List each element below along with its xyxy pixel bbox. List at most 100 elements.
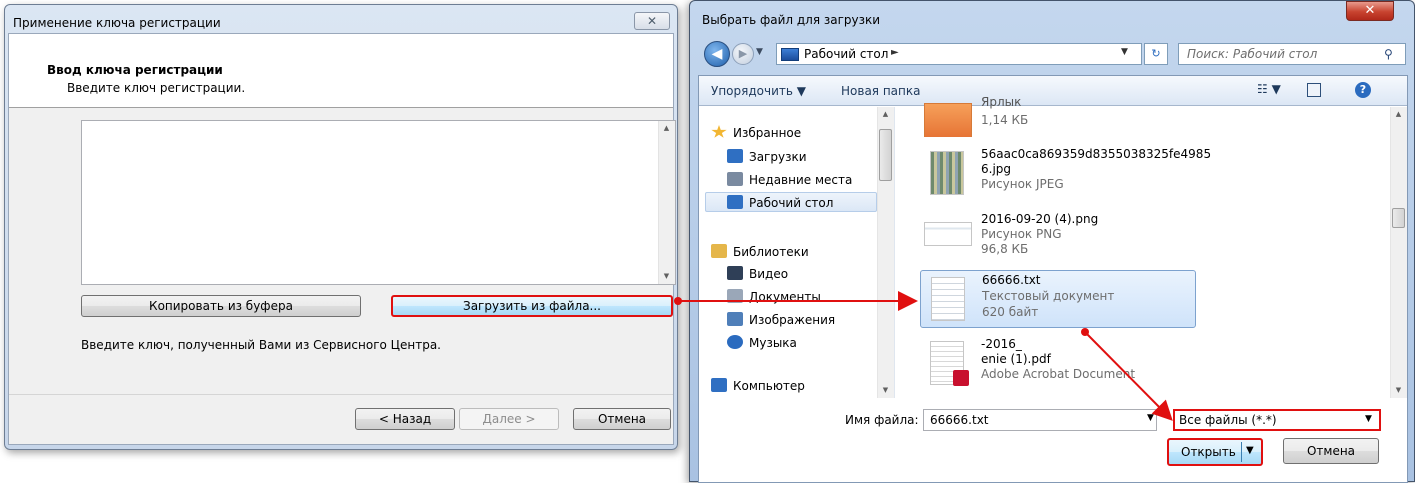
nav-item-computer[interactable]: Компьютер xyxy=(711,378,805,394)
dialog-body: Ввод ключа регистрации Введите ключ реги… xyxy=(8,33,676,445)
nav-item-favorites[interactable]: Избранное xyxy=(711,123,801,143)
file-name: -2016_ enie (1).pdf xyxy=(981,337,1051,366)
nav-label: Недавние места xyxy=(749,173,853,187)
downloads-folder-icon xyxy=(727,149,743,163)
nav-item-recent-places[interactable]: Недавние места xyxy=(727,170,852,190)
organize-menu[interactable]: Упорядочить ▼ xyxy=(711,84,806,98)
file-name: Ярлык xyxy=(981,95,1022,109)
text-file-icon xyxy=(931,277,965,321)
file-type: Текстовый документ xyxy=(982,289,1115,303)
close-button[interactable]: ✕ xyxy=(1346,1,1394,21)
computer-icon xyxy=(711,378,727,392)
filter-value: Все файлы (*.*) xyxy=(1179,413,1277,427)
file-item-txt-selected[interactable]: 66666.txt Текстовый документ 620 байт xyxy=(920,270,1196,328)
video-icon xyxy=(727,266,743,280)
star-icon xyxy=(711,125,727,138)
dialog-content: Упорядочить ▼ Новая папка ☷ ▼ ? Избранно… xyxy=(698,75,1408,483)
png-thumbnail-icon xyxy=(924,222,972,246)
file-list: Ярлык 1,14 КБ 56aac0ca869359d8355038325f… xyxy=(896,95,1390,398)
file-item-jpg[interactable]: 56aac0ca869359d8355038325fe4985 6.jpg Ри… xyxy=(920,145,1211,205)
refresh-icon[interactable]: ↻ xyxy=(1144,43,1168,65)
vertical-scrollbar[interactable]: ▲ ▼ xyxy=(658,121,675,284)
nav-label: Документы xyxy=(749,290,821,304)
nav-item-documents[interactable]: Документы xyxy=(727,287,821,307)
nav-label: Избранное xyxy=(733,126,802,140)
history-dropdown-icon[interactable]: ▼ xyxy=(756,47,763,57)
hint-text: Введите ключ, полученный Вами из Сервисн… xyxy=(81,338,441,352)
scrollbar-thumb[interactable] xyxy=(879,129,892,181)
scrollbar-thumb[interactable] xyxy=(1392,208,1405,228)
nav-item-downloads[interactable]: Загрузки xyxy=(727,147,807,167)
file-list-scrollbar[interactable]: ▲ ▼ xyxy=(1390,107,1407,398)
scroll-up-icon[interactable]: ▲ xyxy=(659,121,674,136)
split-divider xyxy=(1241,442,1242,462)
search-icon[interactable]: ⚲ xyxy=(1384,47,1393,61)
nav-item-music[interactable]: Музыка xyxy=(727,333,797,353)
open-options-dropdown-icon[interactable]: ▼ xyxy=(1246,445,1254,456)
scroll-up-icon[interactable]: ▲ xyxy=(878,107,893,122)
file-item-pdf[interactable]: -2016_ enie (1).pdf Adobe Acrobat Docume… xyxy=(920,335,1196,395)
nav-item-images[interactable]: Изображения xyxy=(727,310,835,330)
new-folder-button[interactable]: Новая папка xyxy=(841,84,920,98)
desktop-icon xyxy=(781,48,799,61)
dialog-header: Ввод ключа регистрации Введите ключ реги… xyxy=(9,34,673,108)
close-button[interactable]: ✕ xyxy=(634,12,670,30)
scroll-down-icon[interactable]: ▼ xyxy=(878,383,893,398)
jpeg-thumbnail-icon xyxy=(930,151,964,195)
preview-pane-icon[interactable] xyxy=(1307,83,1321,97)
shortcut-icon xyxy=(924,103,972,137)
search-placeholder: Поиск: Рабочий стол xyxy=(1187,47,1318,61)
scroll-up-icon[interactable]: ▲ xyxy=(1391,107,1406,122)
music-icon xyxy=(727,335,743,349)
file-type-filter[interactable]: Все файлы (*.*) ▼ xyxy=(1173,409,1381,431)
nav-label: Изображения xyxy=(749,313,836,327)
chevron-down-icon[interactable]: ▼ xyxy=(1365,414,1372,424)
address-location[interactable]: Рабочий стол xyxy=(804,47,888,61)
next-button[interactable]: Далее > xyxy=(459,408,559,430)
nav-item-libraries[interactable]: Библиотеки xyxy=(711,242,809,262)
back-button[interactable]: < Назад xyxy=(355,408,455,430)
filename-input[interactable]: 66666.txt xyxy=(923,409,1157,431)
change-view-icon[interactable]: ☷ ▼ xyxy=(1257,82,1281,96)
address-bar[interactable]: Рабочий стол ► ▼ xyxy=(776,43,1142,65)
nav-label: Музыка xyxy=(749,336,797,350)
key-textarea[interactable]: ▲ ▼ xyxy=(81,120,676,285)
nav-item-video[interactable]: Видео xyxy=(727,264,788,284)
forward-arrow-icon[interactable]: ▶ xyxy=(732,43,754,65)
help-icon[interactable]: ? xyxy=(1355,82,1371,98)
divider xyxy=(9,394,673,395)
file-name: 2016-09-20 (4).png xyxy=(981,212,1099,226)
nav-item-desktop[interactable]: Рабочий стол xyxy=(705,192,877,212)
header-title: Ввод ключа регистрации xyxy=(47,63,223,77)
file-name: 66666.txt xyxy=(982,273,1041,287)
nav-label: Видео xyxy=(749,267,789,281)
file-item-png[interactable]: 2016-09-20 (4).png Рисунок PNG 96,8 КБ xyxy=(920,210,1196,270)
registration-key-dialog: Применение ключа регистрации ✕ Ввод ключ… xyxy=(4,4,678,450)
filename-dropdown-icon[interactable]: ▼ xyxy=(1147,413,1154,423)
file-name: 56aac0ca869359d8355038325fe4985 6.jpg xyxy=(981,147,1212,176)
file-size: 620 байт xyxy=(982,305,1039,319)
scroll-down-icon[interactable]: ▼ xyxy=(659,269,674,284)
open-button[interactable]: Открыть ▼ xyxy=(1167,438,1263,466)
copy-from-clipboard-button[interactable]: Копировать из буфера xyxy=(81,295,361,317)
libraries-icon xyxy=(711,244,727,258)
file-type: Рисунок PNG xyxy=(981,227,1062,241)
nav-label: Загрузки xyxy=(749,150,807,164)
cancel-button[interactable]: Отмена xyxy=(573,408,671,430)
back-arrow-icon[interactable]: ◀ xyxy=(704,41,730,67)
navigation-pane: Избранное Загрузки Недавние места Рабочи… xyxy=(699,107,895,398)
breadcrumb-chevron-icon[interactable]: ► xyxy=(891,47,899,58)
recent-places-icon xyxy=(727,172,743,186)
file-open-dialog: Выбрать файл для загрузки ✕ ◀ ▶ ▼ Рабочи… xyxy=(689,0,1415,483)
file-type: Adobe Acrobat Document xyxy=(981,367,1136,381)
load-from-file-button[interactable]: Загрузить из файла... xyxy=(391,295,673,317)
scroll-down-icon[interactable]: ▼ xyxy=(1391,383,1406,398)
cancel-button[interactable]: Отмена xyxy=(1283,438,1379,464)
nav-label: Компьютер xyxy=(733,379,805,393)
search-input[interactable]: Поиск: Рабочий стол ⚲ xyxy=(1178,43,1406,65)
file-item-shortcut[interactable]: Ярлык 1,14 КБ xyxy=(920,93,1196,137)
header-subtitle: Введите ключ регистрации. xyxy=(67,81,246,95)
dialog-title: Применение ключа регистрации xyxy=(13,16,221,30)
address-dropdown-icon[interactable]: ▼ xyxy=(1121,47,1128,57)
filename-value: 66666.txt xyxy=(930,413,989,427)
